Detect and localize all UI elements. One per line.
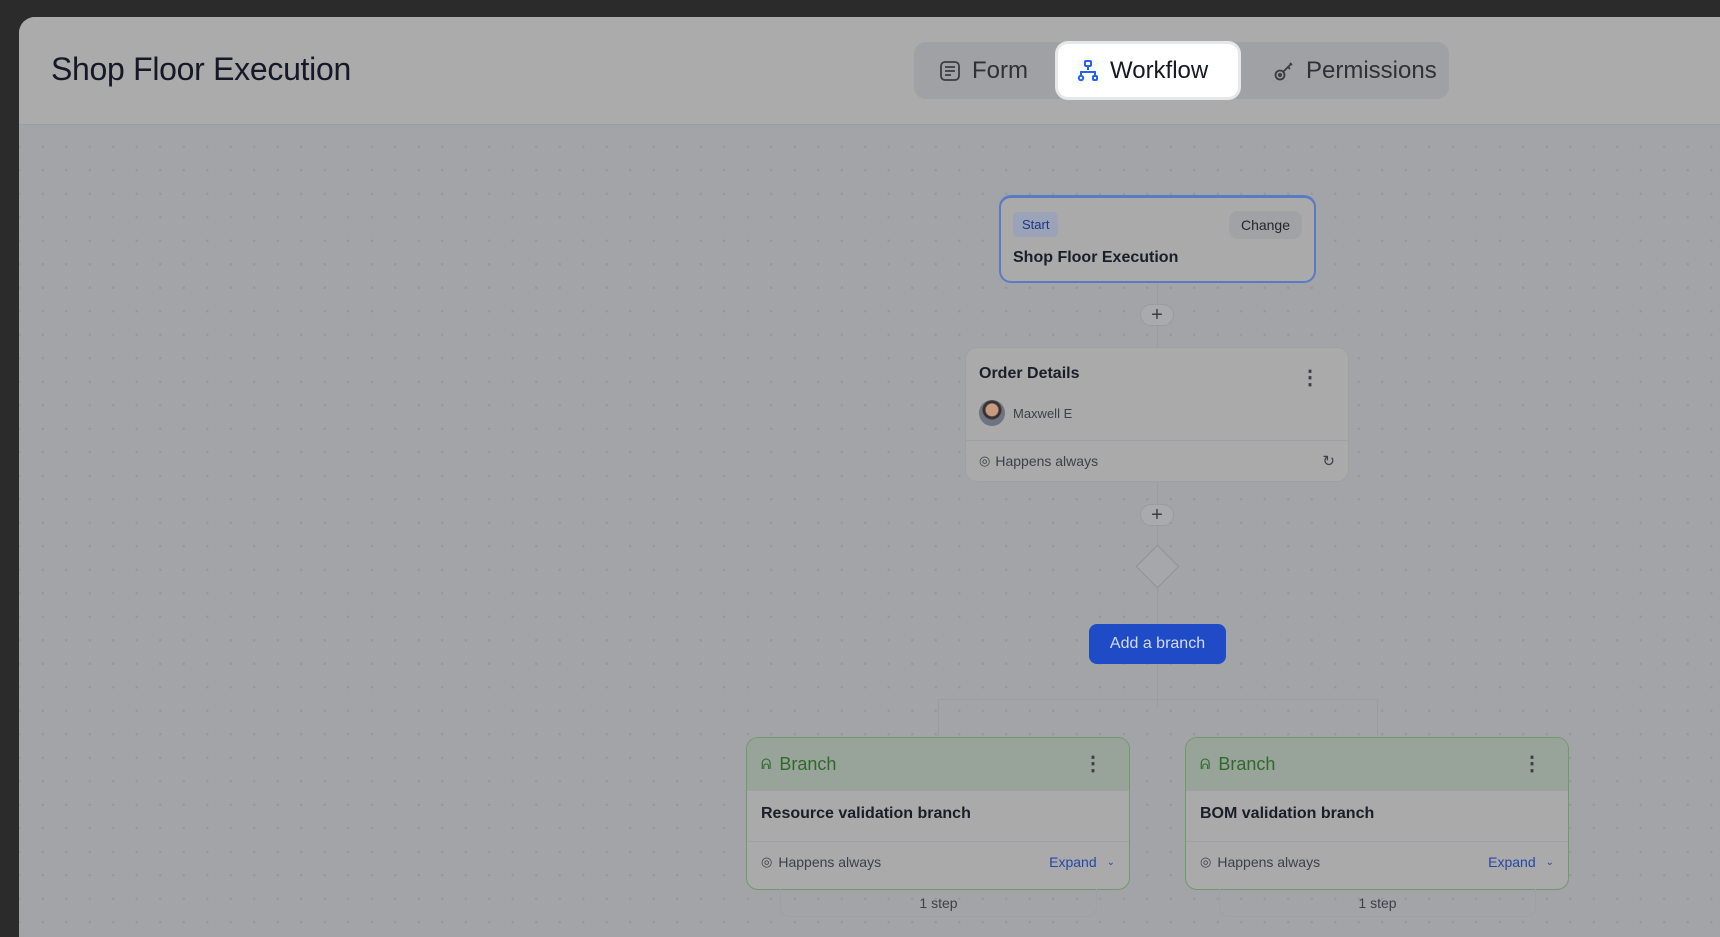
header: Shop Floor Execution Form Workflow Permi… <box>19 17 1720 125</box>
workflow-canvas[interactable]: Start Change Shop Floor Execution + Orde… <box>19 125 1720 937</box>
view-tabs: Form Workflow Permissions <box>914 42 1449 99</box>
more-options-icon[interactable]: ⋮ <box>1083 754 1103 774</box>
chevron-down-icon: ⌄ <box>1545 856 1554 868</box>
start-node-name: Shop Floor Execution <box>1013 249 1179 266</box>
branch-card[interactable]: ᕱ Branch ⋮ Resource validation branch ◎ Hap… <box>746 737 1130 890</box>
connector-line <box>938 699 939 737</box>
branch-name: BOM validation branch <box>1186 790 1568 842</box>
branch-diamond-icon <box>1135 544 1180 589</box>
connector-line <box>1377 699 1378 737</box>
assignee-name: Maxwell E <box>1013 405 1073 421</box>
branch-card[interactable]: ᕱ Branch ⋮ BOM validation branch ◎ Happens … <box>1185 737 1569 890</box>
condition-text: Happens always <box>995 453 1099 469</box>
expand-label: Expand <box>1049 854 1097 870</box>
connector-line <box>938 699 1378 700</box>
start-node[interactable]: Start Change Shop Floor Execution <box>999 195 1316 283</box>
workflow-editor-window: Shop Floor Execution Form Workflow Permi… <box>19 17 1720 937</box>
expand-button[interactable]: Expand ⌄ <box>1049 854 1115 870</box>
step-node[interactable]: Order Details ⋮ Maxwell E ◎ Happens alwa… <box>965 347 1349 482</box>
branch-type: Branch <box>779 753 837 774</box>
condition-text: Happens always <box>1217 854 1321 870</box>
condition-icon: ◎ <box>761 854 773 869</box>
branch-icon: ᕱ <box>1200 755 1211 772</box>
tab-permissions[interactable]: Permissions <box>1254 44 1455 97</box>
step-title: Order Details <box>979 365 1080 382</box>
workflow-icon <box>1077 59 1098 81</box>
tab-workflow-label: Workflow <box>1110 56 1209 84</box>
branch-type: Branch <box>1218 753 1276 774</box>
condition-icon: ◎ <box>979 453 991 468</box>
page-title: Shop Floor Execution <box>51 51 351 87</box>
tab-form[interactable]: Form <box>920 44 1046 97</box>
tab-permissions-label: Permissions <box>1306 56 1437 84</box>
tab-workflow[interactable]: Workflow <box>1058 44 1238 97</box>
condition-text: Happens always <box>778 854 882 870</box>
add-step-button[interactable]: + <box>1140 304 1174 326</box>
expand-label: Expand <box>1488 854 1536 870</box>
start-badge: Start <box>1013 212 1059 237</box>
branch-steps-count[interactable]: 1 step <box>1219 889 1536 917</box>
branch-name: Resource validation branch <box>747 790 1129 842</box>
chevron-down-icon: ⌄ <box>1106 856 1115 868</box>
branch-icon: ᕱ <box>761 755 772 772</box>
add-branch-button[interactable]: Add a branch <box>1089 624 1226 664</box>
branch-steps-count[interactable]: 1 step <box>780 889 1097 917</box>
key-icon <box>1274 61 1293 80</box>
refresh-icon[interactable]: ↻ <box>1322 452 1335 470</box>
add-step-button[interactable]: + <box>1140 504 1174 526</box>
change-button[interactable]: Change <box>1228 211 1302 239</box>
expand-button[interactable]: Expand ⌄ <box>1488 854 1554 870</box>
more-options-icon[interactable]: ⋮ <box>1522 754 1542 774</box>
form-icon <box>940 60 960 81</box>
avatar <box>979 400 1005 426</box>
more-options-icon[interactable]: ⋮ <box>1300 368 1320 388</box>
tab-form-label: Form <box>972 56 1028 84</box>
condition-icon: ◎ <box>1200 854 1212 869</box>
